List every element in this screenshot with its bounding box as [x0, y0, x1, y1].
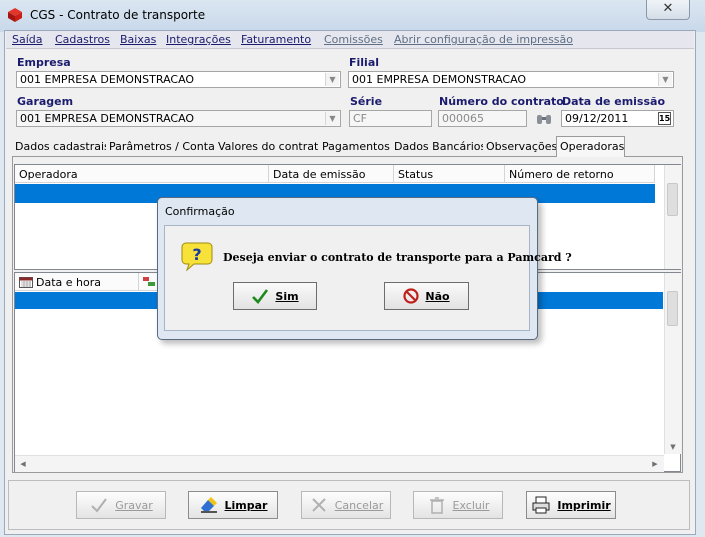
trash-icon — [429, 497, 444, 514]
status-icon — [143, 277, 155, 286]
scrollbar-thumb[interactable] — [667, 183, 678, 216]
printer-icon — [532, 496, 550, 514]
serie-field[interactable]: CF — [349, 110, 432, 127]
numero-contrato-label: Número do contrato — [439, 95, 564, 108]
scroll-left-arrow-icon[interactable]: ◀ — [16, 460, 30, 468]
menu-abrir-config-impressao[interactable]: Abrir configuração de impressão — [394, 33, 573, 46]
cancel-x-icon — [312, 498, 326, 512]
excluir-label: Excluir — [452, 498, 490, 512]
column-header-operadora[interactable]: Operadora — [15, 165, 269, 183]
calendar-icon — [19, 277, 33, 288]
menu-comissoes[interactable]: Comissões — [324, 33, 383, 46]
chevron-down-icon[interactable]: ▼ — [658, 73, 672, 86]
no-entry-icon — [403, 288, 420, 304]
tab-operadoras[interactable]: Operadoras — [556, 136, 625, 157]
scroll-right-arrow-icon[interactable]: ▶ — [648, 460, 662, 468]
svg-text:?: ? — [192, 245, 201, 264]
dialog-message: Deseja enviar o contrato de transporte p… — [223, 251, 572, 264]
empresa-select[interactable]: 001 EMPRESA DEMONSTRACAO ▼ — [16, 71, 341, 88]
serie-label: Série — [350, 95, 383, 108]
empresa-value: 001 EMPRESA DEMONSTRACAO — [20, 73, 195, 86]
menu-integracoes[interactable]: Integrações — [166, 33, 231, 46]
sim-button[interactable]: Sim — [233, 282, 317, 310]
column-header-status[interactable]: Status — [394, 165, 505, 183]
calendar-icon[interactable]: 15 — [658, 112, 671, 125]
app-logo-icon — [8, 8, 22, 22]
sim-label: Sim — [275, 289, 299, 303]
dialog-body — [164, 225, 530, 331]
menu-cadastros[interactable]: Cadastros — [55, 33, 110, 46]
column-header-data-emissao[interactable]: Data de emissão — [269, 165, 394, 183]
vertical-scrollbar[interactable] — [664, 165, 681, 269]
nao-button[interactable]: Não — [384, 282, 469, 310]
menu-saida[interactable]: Saída — [12, 33, 43, 46]
dialog-title: Confirmação — [165, 205, 235, 218]
empresa-label: Empresa — [17, 56, 71, 69]
data-hora-header-label: Data e hora — [36, 276, 101, 289]
numero-contrato-field[interactable]: 000065 — [438, 110, 527, 127]
limpar-button[interactable]: Limpar — [188, 491, 278, 519]
menu-bar: Saída Cadastros Baixas Integrações Fatur… — [6, 31, 694, 49]
garagem-value: 001 EMPRESA DEMONSTRACAO — [20, 112, 195, 125]
tab-pagamentos[interactable]: Pagamentos — [319, 139, 394, 156]
tab-dados-cadastrais[interactable]: Dados cadastrais — [12, 139, 114, 156]
limpar-label: Limpar — [224, 498, 268, 512]
garagem-label: Garagem — [17, 95, 74, 108]
menu-faturamento[interactable]: Faturamento — [241, 33, 311, 46]
column-header-status-icon[interactable] — [139, 273, 159, 291]
horizontal-scrollbar[interactable]: ◀ ▶ — [15, 455, 664, 472]
data-emissao-label: Data de emissão — [562, 95, 665, 108]
close-window-button[interactable]: ✕ — [646, 0, 690, 20]
data-emissao-value: 09/12/2011 — [565, 112, 629, 125]
tab-observacoes[interactable]: Observações — [483, 139, 562, 156]
data-emissao-field[interactable]: 09/12/2011 15 — [561, 110, 674, 127]
gravar-label: Gravar — [115, 498, 153, 512]
chevron-down-icon[interactable]: ▼ — [325, 73, 339, 86]
cancelar-label: Cancelar — [334, 498, 384, 512]
question-icon: ? — [181, 242, 213, 272]
vertical-scrollbar[interactable]: ▼ — [664, 273, 681, 454]
binoculars-search-icon[interactable] — [534, 112, 554, 128]
scrollbar-thumb[interactable] — [667, 291, 678, 326]
eraser-brush-icon — [200, 497, 217, 513]
chevron-down-icon[interactable]: ▼ — [325, 112, 339, 125]
filial-label: Filial — [349, 56, 380, 69]
window-title: CGS - Contrato de transporte — [30, 8, 206, 22]
cancelar-button[interactable]: Cancelar — [301, 491, 391, 519]
excluir-button[interactable]: Excluir — [413, 491, 503, 519]
nao-label: Não — [425, 289, 450, 303]
garagem-select[interactable]: 001 EMPRESA DEMONSTRACAO ▼ — [16, 110, 341, 127]
tab-valores-contrato[interactable]: Valores do contrato — [215, 139, 330, 156]
checkmark-icon — [91, 498, 108, 513]
checkmark-icon — [252, 289, 269, 304]
menu-baixas[interactable]: Baixas — [120, 33, 156, 46]
filial-select[interactable]: 001 EMPRESA DEMONSTRACAO ▼ — [348, 71, 674, 88]
imprimir-label: Imprimir — [557, 498, 611, 512]
column-header-numero-retorno[interactable]: Número de retorno — [505, 165, 655, 183]
tab-parametros-contas[interactable]: Parâmetros / Contas — [106, 139, 225, 156]
filial-value: 001 EMPRESA DEMONSTRACAO — [352, 73, 527, 86]
scroll-down-arrow-icon[interactable]: ▼ — [666, 443, 680, 451]
gravar-button[interactable]: Gravar — [76, 491, 166, 519]
imprimir-button[interactable]: Imprimir — [526, 491, 616, 519]
column-header-data-hora[interactable]: Data e hora — [15, 273, 139, 291]
tab-dados-bancarios[interactable]: Dados Bancários — [391, 139, 491, 156]
